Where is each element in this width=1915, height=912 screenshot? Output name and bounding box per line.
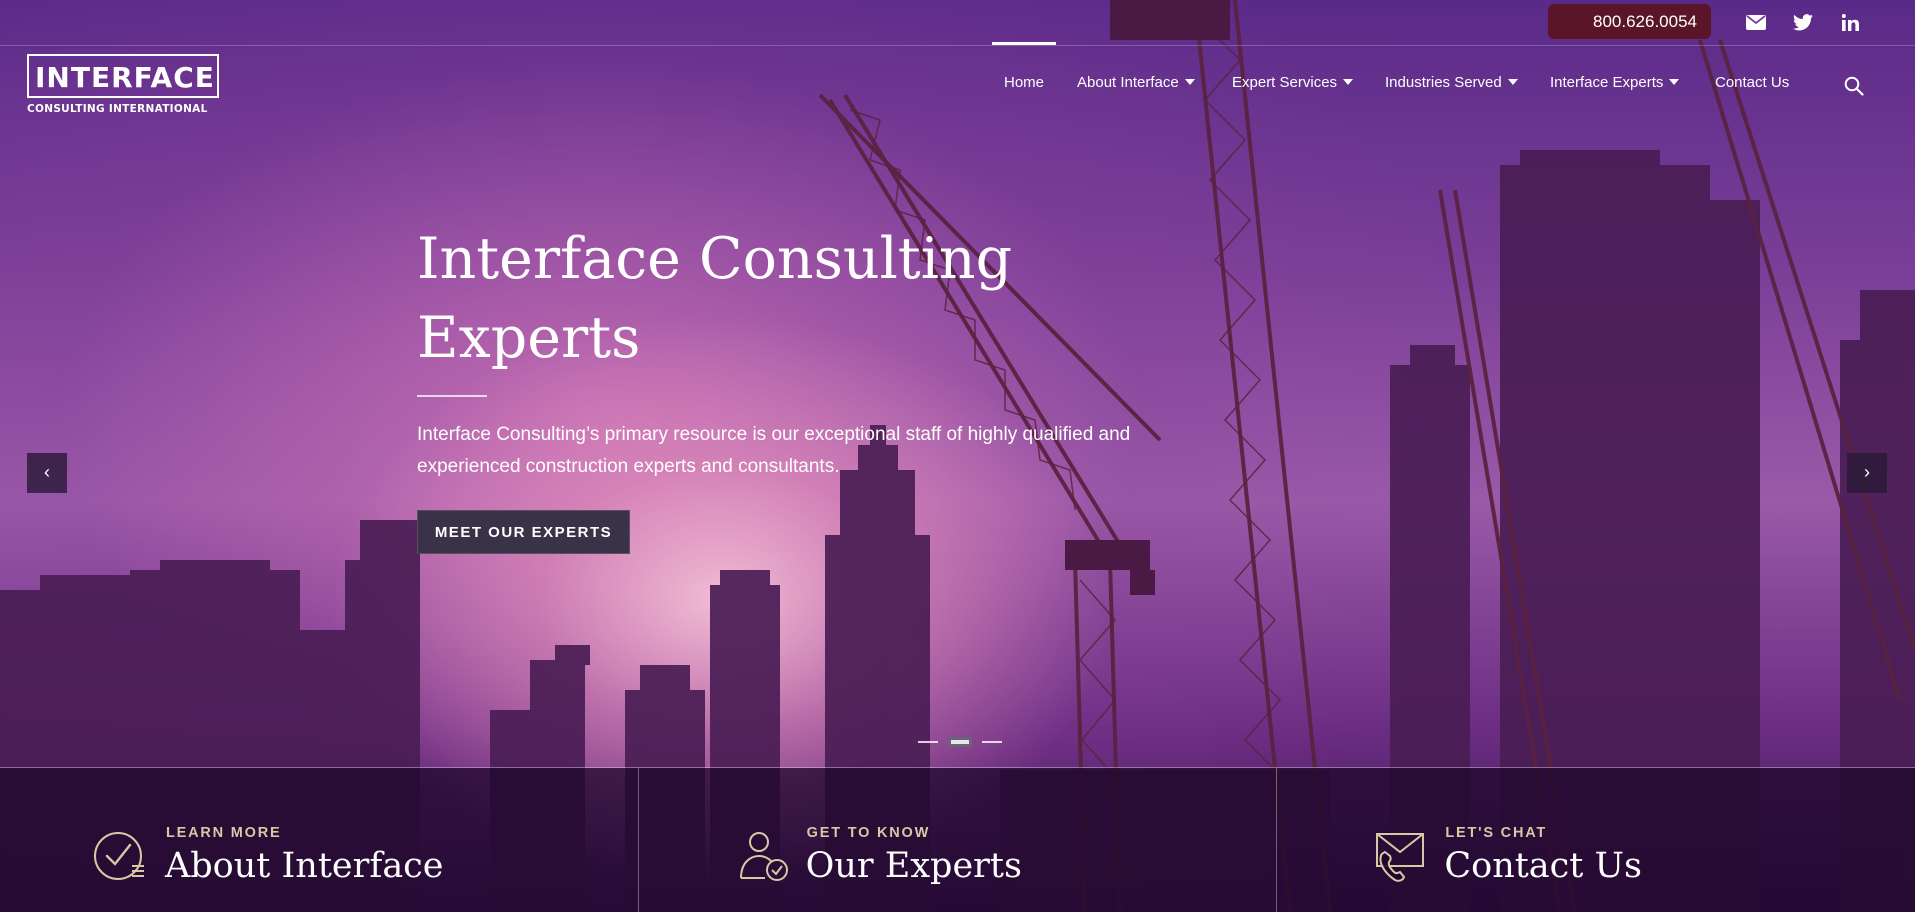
twitter-icon[interactable] (1792, 11, 1814, 33)
feature-panels: LEARN MORE About Interface GET TO KNOW O… (0, 767, 1915, 912)
panel-about-interface[interactable]: LEARN MORE About Interface (0, 768, 639, 912)
person-check-icon (739, 832, 788, 881)
nav-item-label: Interface Experts (1550, 74, 1664, 91)
logo-frame: INTERFACE (27, 54, 219, 98)
envelope-phone-icon (1376, 833, 1425, 882)
nav-item-home[interactable]: Home (1004, 74, 1044, 96)
panel-title: Contact Us (1444, 846, 1642, 886)
nav-item-expert-services[interactable]: Expert Services (1232, 74, 1354, 96)
hero-description: Interface Consulting’s primary resource … (417, 419, 1197, 483)
panel-kicker: LEARN MORE (166, 825, 282, 841)
hero-description-line: experienced construction experts and con… (417, 456, 840, 477)
nav-item-label: Expert Services (1232, 74, 1338, 91)
slider-pagination (918, 737, 1002, 747)
slide-dot-2[interactable] (948, 737, 972, 747)
panel-kicker: GET TO KNOW (806, 825, 931, 841)
panel-title: Our Experts (805, 846, 1022, 886)
nav-item-contact-us[interactable]: Contact Us (1715, 74, 1789, 96)
slide-dot-1[interactable] (918, 741, 938, 743)
caret-down-icon (1669, 79, 1680, 85)
caret-down-icon (1184, 79, 1195, 85)
search-icon[interactable] (1844, 76, 1864, 96)
logo-word: INTERFACE (35, 61, 215, 94)
envelope-icon[interactable] (1745, 11, 1767, 33)
nav-active-indicator (992, 42, 1056, 45)
logo-subtitle: CONSULTING INTERNATIONAL (27, 103, 208, 115)
nav-item-label: About Interface (1077, 74, 1179, 91)
panel-our-experts[interactable]: GET TO KNOW Our Experts (638, 768, 1278, 912)
slide-dot-3[interactable] (982, 741, 1002, 743)
slider-prev-button[interactable]: ‹ (27, 453, 67, 493)
caret-down-icon (1343, 79, 1354, 85)
interface-logo[interactable]: INTERFACE CONSULTING INTERNATIONAL (27, 54, 219, 118)
hero-title-line: Interface Consulting (417, 226, 1013, 292)
title-divider (417, 395, 487, 397)
linkedin-icon[interactable] (1840, 11, 1862, 33)
phone-number-button[interactable]: 800.626.0054 (1548, 4, 1711, 39)
panel-contact-us[interactable]: LET'S CHAT Contact Us (1277, 768, 1915, 912)
hero-description-line: Interface Consulting’s primary resource … (417, 424, 1131, 445)
panel-title: About Interface (165, 846, 444, 886)
hero-slider: 800.626.0054 INTERFACE CONSULTING INTERN… (0, 0, 1915, 912)
meet-our-experts-button[interactable]: MEET OUR EXPERTS (417, 510, 630, 554)
nav-item-label: Contact Us (1715, 74, 1790, 91)
hero-title-line: Experts (417, 305, 641, 371)
nav-item-industries-served[interactable]: Industries Served (1385, 74, 1518, 96)
chevron-left-icon: ‹ (44, 462, 50, 482)
slider-next-button[interactable]: › (1847, 453, 1887, 493)
chevron-right-icon: › (1864, 462, 1870, 482)
nav-item-label: Home (1004, 74, 1045, 91)
nav-item-label: Industries Served (1385, 74, 1502, 91)
nav-item-about-interface[interactable]: About Interface (1077, 74, 1195, 96)
caret-down-icon (1507, 79, 1518, 85)
nav-item-interface-experts[interactable]: Interface Experts (1550, 74, 1680, 96)
checkmark-list-icon (94, 832, 144, 880)
panel-kicker: LET'S CHAT (1445, 825, 1548, 841)
top-bar: 800.626.0054 (0, 0, 1915, 46)
hero-title: Interface Consulting Experts (417, 220, 1117, 378)
